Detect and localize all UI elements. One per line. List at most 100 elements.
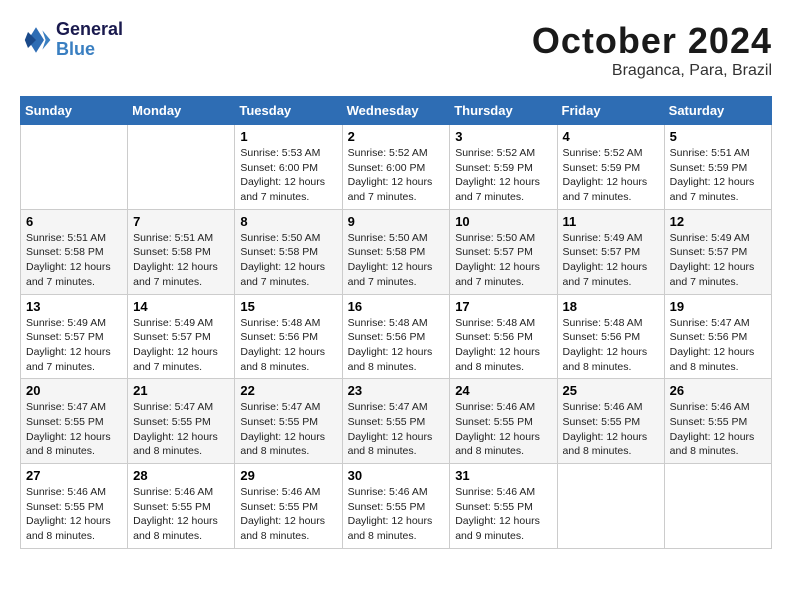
day-number: 8 <box>240 214 336 229</box>
day-info: Sunrise: 5:50 AM Sunset: 5:58 PM Dayligh… <box>348 231 445 290</box>
calendar-cell: 22 Sunrise: 5:47 AM Sunset: 5:55 PM Dayli… <box>235 379 342 464</box>
day-number: 23 <box>348 383 445 398</box>
day-number: 26 <box>670 383 766 398</box>
day-number: 27 <box>26 468 122 483</box>
day-info: Sunrise: 5:50 AM Sunset: 5:57 PM Dayligh… <box>455 231 551 290</box>
day-info: Sunrise: 5:53 AM Sunset: 6:00 PM Dayligh… <box>240 146 336 205</box>
calendar-week-row: 20 Sunrise: 5:47 AM Sunset: 5:55 PM Dayli… <box>21 379 772 464</box>
weekday-header-monday: Monday <box>128 97 235 125</box>
weekday-header-sunday: Sunday <box>21 97 128 125</box>
day-number: 19 <box>670 299 766 314</box>
day-number: 7 <box>133 214 229 229</box>
weekday-header-saturday: Saturday <box>664 97 771 125</box>
day-number: 5 <box>670 129 766 144</box>
logo: General Blue <box>20 20 123 60</box>
day-number: 15 <box>240 299 336 314</box>
calendar-cell: 6Sunrise: 5:51 AM Sunset: 5:58 PM Daylig… <box>21 209 128 294</box>
day-number: 10 <box>455 214 551 229</box>
calendar-cell: 27 Sunrise: 5:46 AM Sunset: 5:55 PM Dayli… <box>21 464 128 549</box>
weekday-header-row: SundayMondayTuesdayWednesdayThursdayFrid… <box>21 97 772 125</box>
day-info: Sunrise: 5:49 AM Sunset: 5:57 PM Dayligh… <box>26 316 122 375</box>
day-info: Sunrise: 5:51 AM Sunset: 5:58 PM Dayligh… <box>26 231 122 290</box>
day-number: 9 <box>348 214 445 229</box>
calendar-cell: 25Sunrise: 5:46 AM Sunset: 5:55 PM Dayli… <box>557 379 664 464</box>
calendar-cell: 3 Sunrise: 5:52 AM Sunset: 5:59 PM Daylig… <box>450 125 557 210</box>
calendar-cell: 8Sunrise: 5:50 AM Sunset: 5:58 PM Daylig… <box>235 209 342 294</box>
day-number: 25 <box>563 383 659 398</box>
day-info: Sunrise: 5:46 AM Sunset: 5:55 PM Dayligh… <box>26 485 122 544</box>
logo-line1: General <box>56 20 123 40</box>
calendar-cell: 18Sunrise: 5:48 AM Sunset: 5:56 PM Dayli… <box>557 294 664 379</box>
day-info: Sunrise: 5:46 AM Sunset: 5:55 PM Dayligh… <box>133 485 229 544</box>
calendar-cell: 13 Sunrise: 5:49 AM Sunset: 5:57 PM Dayli… <box>21 294 128 379</box>
calendar-cell: 11 Sunrise: 5:49 AM Sunset: 5:57 PM Dayli… <box>557 209 664 294</box>
day-number: 28 <box>133 468 229 483</box>
logo-icon <box>20 24 52 56</box>
day-number: 17 <box>455 299 551 314</box>
day-number: 4 <box>563 129 659 144</box>
day-info: Sunrise: 5:47 AM Sunset: 5:55 PM Dayligh… <box>133 400 229 459</box>
day-number: 2 <box>348 129 445 144</box>
calendar-cell: 5Sunrise: 5:51 AM Sunset: 5:59 PM Daylig… <box>664 125 771 210</box>
calendar-cell: 19Sunrise: 5:47 AM Sunset: 5:56 PM Dayli… <box>664 294 771 379</box>
day-info: Sunrise: 5:48 AM Sunset: 5:56 PM Dayligh… <box>563 316 659 375</box>
calendar-cell: 16 Sunrise: 5:48 AM Sunset: 5:56 PM Dayli… <box>342 294 450 379</box>
weekday-header-thursday: Thursday <box>450 97 557 125</box>
calendar-cell: 29Sunrise: 5:46 AM Sunset: 5:55 PM Dayli… <box>235 464 342 549</box>
day-info: Sunrise: 5:47 AM Sunset: 5:55 PM Dayligh… <box>348 400 445 459</box>
calendar-cell: 31 Sunrise: 5:46 AM Sunset: 5:55 PM Dayli… <box>450 464 557 549</box>
day-number: 14 <box>133 299 229 314</box>
day-info: Sunrise: 5:52 AM Sunset: 5:59 PM Dayligh… <box>563 146 659 205</box>
logo-text: General Blue <box>56 20 123 60</box>
month-title: October 2024 <box>532 20 772 62</box>
day-info: Sunrise: 5:46 AM Sunset: 5:55 PM Dayligh… <box>455 485 551 544</box>
day-number: 11 <box>563 214 659 229</box>
day-info: Sunrise: 5:47 AM Sunset: 5:55 PM Dayligh… <box>240 400 336 459</box>
calendar-cell <box>664 464 771 549</box>
day-info: Sunrise: 5:52 AM Sunset: 6:00 PM Dayligh… <box>348 146 445 205</box>
calendar-cell: 12 Sunrise: 5:49 AM Sunset: 5:57 PM Dayli… <box>664 209 771 294</box>
day-info: Sunrise: 5:48 AM Sunset: 5:56 PM Dayligh… <box>455 316 551 375</box>
location-title: Braganca, Para, Brazil <box>532 62 772 80</box>
weekday-header-friday: Friday <box>557 97 664 125</box>
calendar-cell <box>128 125 235 210</box>
calendar-cell <box>557 464 664 549</box>
calendar-week-row: 13 Sunrise: 5:49 AM Sunset: 5:57 PM Dayli… <box>21 294 772 379</box>
calendar-cell: 30 Sunrise: 5:46 AM Sunset: 5:55 PM Dayli… <box>342 464 450 549</box>
day-number: 31 <box>455 468 551 483</box>
calendar-cell: 20Sunrise: 5:47 AM Sunset: 5:55 PM Dayli… <box>21 379 128 464</box>
day-info: Sunrise: 5:46 AM Sunset: 5:55 PM Dayligh… <box>670 400 766 459</box>
page-header: General Blue October 2024 Braganca, Para… <box>20 20 772 80</box>
day-info: Sunrise: 5:46 AM Sunset: 5:55 PM Dayligh… <box>455 400 551 459</box>
day-number: 30 <box>348 468 445 483</box>
calendar-cell: 14 Sunrise: 5:49 AM Sunset: 5:57 PM Dayli… <box>128 294 235 379</box>
day-number: 3 <box>455 129 551 144</box>
title-section: October 2024 Braganca, Para, Brazil <box>532 20 772 80</box>
calendar-cell: 15 Sunrise: 5:48 AM Sunset: 5:56 PM Dayli… <box>235 294 342 379</box>
day-info: Sunrise: 5:51 AM Sunset: 5:58 PM Dayligh… <box>133 231 229 290</box>
calendar-cell: 9 Sunrise: 5:50 AM Sunset: 5:58 PM Daylig… <box>342 209 450 294</box>
day-number: 12 <box>670 214 766 229</box>
day-info: Sunrise: 5:49 AM Sunset: 5:57 PM Dayligh… <box>670 231 766 290</box>
calendar-cell <box>21 125 128 210</box>
weekday-header-tuesday: Tuesday <box>235 97 342 125</box>
day-info: Sunrise: 5:46 AM Sunset: 5:55 PM Dayligh… <box>348 485 445 544</box>
calendar-week-row: 6Sunrise: 5:51 AM Sunset: 5:58 PM Daylig… <box>21 209 772 294</box>
day-info: Sunrise: 5:49 AM Sunset: 5:57 PM Dayligh… <box>133 316 229 375</box>
calendar-cell: 1 Sunrise: 5:53 AM Sunset: 6:00 PM Daylig… <box>235 125 342 210</box>
day-number: 22 <box>240 383 336 398</box>
day-number: 1 <box>240 129 336 144</box>
calendar-cell: 23 Sunrise: 5:47 AM Sunset: 5:55 PM Dayli… <box>342 379 450 464</box>
day-info: Sunrise: 5:52 AM Sunset: 5:59 PM Dayligh… <box>455 146 551 205</box>
day-number: 20 <box>26 383 122 398</box>
day-number: 29 <box>240 468 336 483</box>
day-number: 13 <box>26 299 122 314</box>
day-number: 21 <box>133 383 229 398</box>
weekday-header-wednesday: Wednesday <box>342 97 450 125</box>
day-info: Sunrise: 5:48 AM Sunset: 5:56 PM Dayligh… <box>348 316 445 375</box>
day-info: Sunrise: 5:49 AM Sunset: 5:57 PM Dayligh… <box>563 231 659 290</box>
day-number: 16 <box>348 299 445 314</box>
calendar-cell: 21 Sunrise: 5:47 AM Sunset: 5:55 PM Dayli… <box>128 379 235 464</box>
day-info: Sunrise: 5:48 AM Sunset: 5:56 PM Dayligh… <box>240 316 336 375</box>
calendar-cell: 10 Sunrise: 5:50 AM Sunset: 5:57 PM Dayli… <box>450 209 557 294</box>
